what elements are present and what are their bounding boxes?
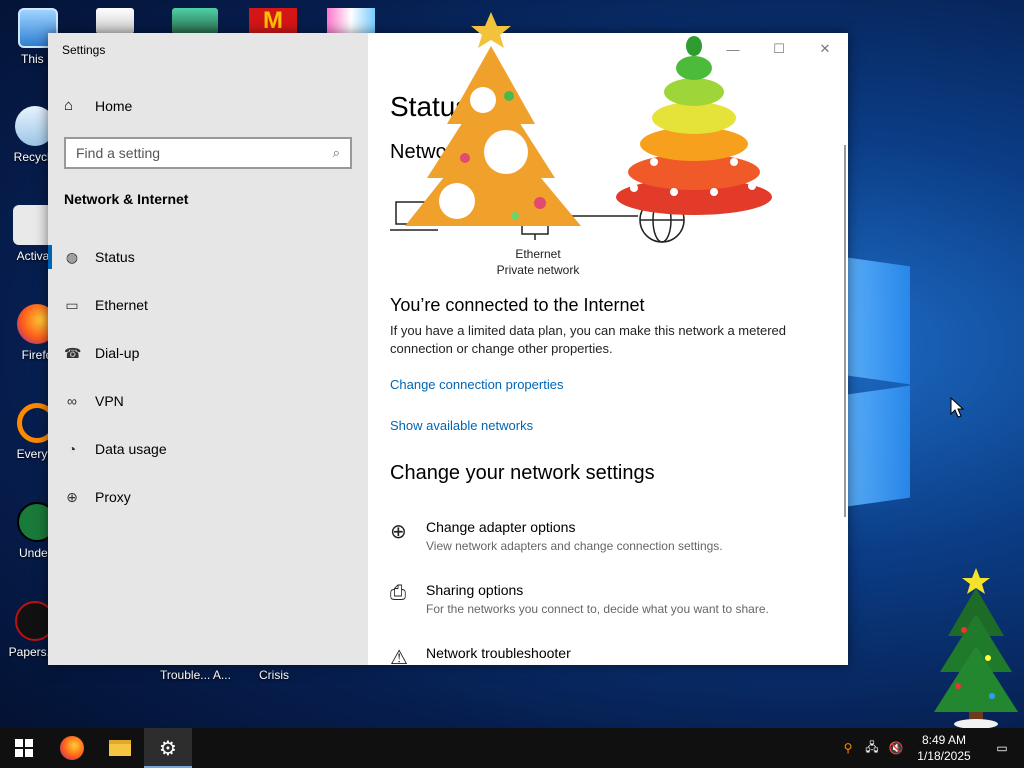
activation-icon — [13, 205, 53, 245]
sidebar-item-ethernet[interactable]: ▭ Ethernet — [48, 281, 368, 329]
firefox-icon — [60, 736, 84, 760]
settings-window: Settings ⌂ Home ⌕ Network & Internet ◍ S… — [48, 33, 848, 665]
taskbar-settings[interactable]: ⚙ — [144, 728, 192, 768]
option-change-adapter[interactable]: ⊕ Change adapter options View network ad… — [390, 519, 723, 553]
clock[interactable]: 8:49 AM 1/18/2025 — [908, 732, 980, 764]
adapter-label: Ethernet — [515, 247, 561, 261]
vpn-icon: ∞ — [67, 393, 77, 409]
connection-status-desc: If you have a limited data plan, you can… — [390, 323, 786, 356]
data-usage-icon: ◔ — [67, 441, 77, 457]
network-type-label: Private network — [496, 263, 580, 277]
option-title: Network troubleshooter — [426, 645, 571, 661]
christmas-tree-corner — [934, 568, 1018, 729]
gear-icon: ⚙ — [159, 737, 177, 760]
option-desc: For the networks you connect to, decide … — [426, 602, 769, 616]
sharing-icon: ⎙ — [390, 582, 406, 604]
warning-icon: ⚠ — [390, 647, 408, 665]
page-title: Status — [390, 91, 470, 122]
ethernet-icon: ▭ — [65, 296, 79, 313]
folder-icon — [109, 740, 131, 756]
dialup-icon: ☎ — [64, 344, 82, 361]
taskbar: ⚙ ⚲ 🖧 🔇 8:49 AM 1/18/2025 ▭ — [0, 728, 1024, 768]
maximize-button[interactable]: ☐ — [756, 33, 802, 65]
desktop-icon-label: Activa — [16, 249, 50, 263]
scrollbar[interactable] — [844, 145, 846, 517]
network-status-heading: Network status — [390, 141, 523, 163]
network-icon[interactable]: 🖧 — [860, 738, 884, 759]
settings-sidebar: Settings ⌂ Home ⌕ Network & Internet ◍ S… — [48, 33, 368, 665]
windows-start-icon — [15, 739, 33, 757]
change-connection-properties-link[interactable]: Change connection properties — [390, 377, 563, 392]
desktop-icon-partial[interactable] — [96, 8, 134, 34]
find-setting-search[interactable]: ⌕ — [64, 137, 352, 169]
sidebar-item-label: Status — [95, 249, 135, 265]
globe-icon: ◍ — [65, 248, 79, 265]
internet-globe-icon — [639, 197, 685, 243]
sidebar-item-vpn[interactable]: ∞ VPN — [48, 377, 368, 425]
change-network-settings-heading: Change your network settings — [390, 462, 655, 484]
desktop-icon-partial[interactable] — [327, 8, 375, 34]
proxy-globe-icon: ⊕ — [66, 488, 78, 505]
search-input[interactable] — [76, 145, 333, 161]
sidebar-item-proxy[interactable]: ⊕ Proxy — [48, 473, 368, 521]
adapter-icon: ⊕ — [390, 521, 407, 543]
sidebar-item-dial-up[interactable]: ☎ Dial-up — [48, 329, 368, 377]
option-title: Change adapter options — [426, 519, 576, 535]
system-tray: ⚲ 🖧 🔇 8:49 AM 1/18/2025 ▭ — [836, 728, 1024, 768]
sidebar-item-label: Proxy — [95, 489, 131, 505]
window-controls: — ☐ ✕ — [710, 33, 848, 65]
mouse-cursor — [950, 397, 964, 418]
home-icon: ⌂ — [64, 97, 74, 114]
sidebar-item-status[interactable]: ◍ Status — [48, 233, 368, 281]
sidebar-item-label: Ethernet — [95, 297, 148, 313]
sidebar-item-data-usage[interactable]: ◔ Data usage — [48, 425, 368, 473]
ethernet-adapter-icon — [521, 209, 549, 240]
sidebar-item-label: VPN — [95, 393, 124, 409]
sidebar-item-label: Data usage — [95, 441, 167, 457]
settings-content: — ☐ ✕ Status Network status Ethernet Pri… — [368, 33, 848, 665]
taskbar-file-explorer[interactable] — [96, 728, 144, 768]
windows-logo-wallpaper — [848, 257, 914, 510]
option-desc: View network adapters and change connect… — [426, 539, 723, 553]
option-sharing[interactable]: ⎙ Sharing options For the networks you c… — [390, 582, 769, 616]
show-available-networks-link[interactable]: Show available networks — [390, 418, 533, 433]
taskbar-firefox[interactable] — [48, 728, 96, 768]
clock-time: 8:49 AM — [921, 733, 967, 747]
home-nav-item[interactable]: ⌂ Home — [64, 97, 132, 114]
sidebar-item-label: Dial-up — [95, 345, 140, 361]
network-diagram: Ethernet Private network — [390, 197, 700, 278]
computer-icon — [390, 201, 438, 231]
start-button[interactable] — [0, 728, 48, 768]
settings-nav: ◍ Status ▭ Ethernet ☎ Dial-up ∞ VPN ◔ Da… — [48, 233, 368, 521]
everything-search-icon[interactable]: ⚲ — [836, 741, 860, 755]
minimize-button[interactable]: — — [710, 33, 756, 65]
volume-muted-icon[interactable]: 🔇 — [884, 741, 908, 755]
close-button[interactable]: ✕ — [802, 33, 848, 65]
desktop-icon-partial[interactable] — [172, 8, 218, 34]
clock-date: 1/18/2025 — [917, 749, 971, 763]
section-heading: Network & Internet — [64, 191, 189, 207]
home-label: Home — [95, 97, 133, 114]
window-title: Settings — [62, 43, 106, 57]
action-center-icon[interactable]: ▭ — [980, 741, 1024, 755]
option-title: Sharing options — [426, 582, 524, 598]
option-troubleshooter[interactable]: ⚠ Network troubleshooter — [390, 645, 571, 665]
connection-status-title: You’re connected to the Internet — [390, 295, 645, 315]
desktop-icon-label[interactable]: Trouble... A... — [160, 668, 231, 682]
search-icon[interactable]: ⌕ — [333, 145, 340, 161]
mcdonalds-icon[interactable]: M — [249, 8, 297, 34]
desktop-icon-label[interactable]: Crisis — [259, 668, 289, 682]
